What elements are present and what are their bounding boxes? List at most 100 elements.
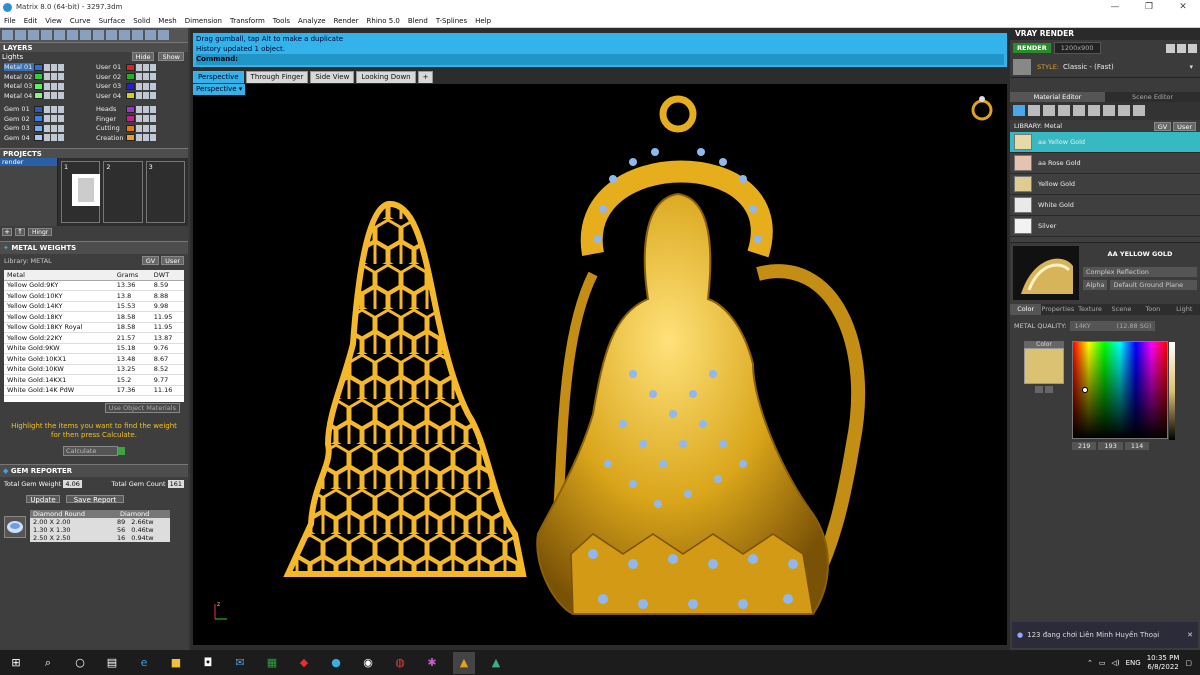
tool-icon[interactable] bbox=[54, 30, 65, 40]
layer-row[interactable]: Gem 03 bbox=[2, 124, 94, 134]
color-picker-handle[interactable] bbox=[1082, 387, 1088, 393]
menu-render[interactable]: Render bbox=[330, 17, 363, 25]
layer-row[interactable]: Gem 02 bbox=[2, 114, 94, 124]
user-button[interactable]: User bbox=[161, 256, 184, 265]
menu-blend[interactable]: Blend bbox=[404, 17, 432, 25]
lights-label[interactable]: Lights bbox=[2, 53, 23, 61]
blue-field[interactable]: 114 bbox=[1124, 442, 1150, 450]
menu-curve[interactable]: Curve bbox=[66, 17, 95, 25]
table-row[interactable]: Yellow Gold:22KY 21.57 13.87 bbox=[4, 332, 184, 344]
list-item[interactable]: aa Rose Gold bbox=[1010, 153, 1200, 174]
tool-icon[interactable] bbox=[15, 30, 26, 40]
column-header[interactable]: Grams bbox=[113, 269, 151, 281]
windows-start-icon[interactable]: ⊞ bbox=[5, 652, 27, 674]
list-item[interactable]: Silver bbox=[1010, 216, 1200, 237]
tab-perspective[interactable]: Perspective bbox=[193, 71, 244, 83]
table-row[interactable]: Yellow Gold:9KY 13.36 8.59 bbox=[4, 280, 184, 291]
layer-row[interactable]: Metal 02 bbox=[2, 72, 94, 82]
matrix-taskbar-icon[interactable]: ▲ bbox=[453, 651, 475, 674]
tab-material-editor[interactable]: Material Editor bbox=[1010, 92, 1105, 102]
tool-icon[interactable] bbox=[28, 30, 39, 40]
search-icon[interactable]: ⌕ bbox=[37, 652, 59, 674]
close-button[interactable]: ✕ bbox=[1166, 2, 1200, 12]
perspective-viewport[interactable]: z bbox=[193, 84, 1007, 645]
table-row[interactable]: White Gold:10KX1 13.48 8.67 bbox=[4, 353, 184, 365]
layer-color-swatch[interactable] bbox=[34, 105, 43, 113]
app-icon[interactable]: ✱ bbox=[421, 652, 443, 674]
menu-edit[interactable]: Edit bbox=[20, 17, 42, 25]
column-header[interactable]: Metal bbox=[4, 269, 114, 281]
color-swatch[interactable] bbox=[1024, 348, 1064, 384]
settings-icon[interactable] bbox=[1166, 43, 1175, 53]
layer-color-swatch[interactable] bbox=[126, 82, 135, 90]
up-project-button[interactable]: ↑ bbox=[15, 227, 25, 236]
project-slot-3[interactable]: 3 bbox=[145, 160, 185, 223]
edge-icon[interactable]: e bbox=[133, 652, 155, 674]
hex-pendant-model[interactable] bbox=[283, 201, 527, 577]
tool-icon[interactable] bbox=[2, 30, 13, 40]
alpha-field[interactable]: Alpha bbox=[1083, 280, 1108, 290]
volume-icon[interactable]: ◁) bbox=[1111, 659, 1119, 667]
layer-color-swatch[interactable] bbox=[126, 115, 135, 123]
layer-row[interactable]: Gem 04 bbox=[2, 133, 94, 143]
tab-through-finger[interactable]: Through Finger bbox=[245, 71, 309, 83]
eyedropper-icon[interactable] bbox=[1035, 386, 1043, 393]
tab-color[interactable]: Color bbox=[1010, 304, 1042, 315]
layer-row[interactable]: Heads bbox=[94, 105, 186, 115]
tool-icon[interactable] bbox=[41, 30, 52, 40]
table-row[interactable]: 2.50 X 2.50 16 0.94tw bbox=[30, 533, 170, 542]
app-icon[interactable]: ▲ bbox=[485, 652, 507, 674]
color-picker[interactable] bbox=[1072, 341, 1175, 440]
layer-color-swatch[interactable] bbox=[34, 82, 43, 90]
minimize-button[interactable]: — bbox=[1098, 2, 1132, 12]
table-row[interactable]: Yellow Gold:14KY 15.53 9.98 bbox=[4, 301, 184, 312]
menu-surface[interactable]: Surface bbox=[95, 17, 130, 25]
tab-light[interactable]: Light bbox=[1169, 304, 1200, 315]
menu-file[interactable]: File bbox=[0, 17, 20, 25]
menu-mesh[interactable]: Mesh bbox=[154, 17, 180, 25]
tool-icon[interactable] bbox=[158, 30, 169, 40]
user-button[interactable]: User bbox=[1173, 122, 1196, 131]
tab-properties[interactable]: Properties bbox=[1041, 304, 1074, 315]
material-tool-icon[interactable] bbox=[1058, 105, 1070, 116]
menu-tsplines[interactable]: T-Splines bbox=[432, 17, 471, 25]
table-row[interactable]: 2.00 X 2.00 89 2.66tw bbox=[30, 517, 170, 526]
store-icon[interactable]: ◘ bbox=[197, 652, 219, 674]
tool-icon[interactable] bbox=[93, 30, 104, 40]
layer-row[interactable]: Cutting bbox=[94, 124, 186, 134]
game-notification[interactable]: ● 123 đang chơi Liên Minh Huyền Thoại ✕ bbox=[1012, 622, 1198, 648]
app-icon[interactable]: ● bbox=[325, 652, 347, 674]
brightness-slider[interactable] bbox=[1169, 342, 1175, 440]
menu-help[interactable]: Help bbox=[471, 17, 495, 25]
tool-icon[interactable] bbox=[106, 30, 117, 40]
project-item[interactable]: render bbox=[0, 157, 57, 166]
menu-solid[interactable]: Solid bbox=[129, 17, 154, 25]
excel-icon[interactable]: ▦ bbox=[261, 652, 283, 674]
green-field[interactable]: 193 bbox=[1098, 442, 1123, 450]
use-object-materials-checkbox[interactable]: Use Object Materials bbox=[104, 402, 180, 413]
material-tool-icon[interactable] bbox=[1073, 105, 1085, 116]
layer-row[interactable]: Finger bbox=[94, 114, 186, 124]
clear-color-icon[interactable] bbox=[1045, 386, 1053, 393]
table-row[interactable]: 1.30 X 1.30 56 0.46tw bbox=[30, 525, 170, 534]
layer-color-swatch[interactable] bbox=[34, 124, 43, 132]
layer-color-swatch[interactable] bbox=[126, 63, 135, 71]
table-row[interactable]: White Gold:14K PdW 17.36 11.16 bbox=[4, 385, 184, 396]
clock[interactable]: 10:35 PM 6/8/2022 bbox=[1147, 654, 1180, 672]
tool-icon[interactable] bbox=[119, 30, 130, 40]
app-icon[interactable]: ◉ bbox=[357, 652, 379, 674]
chrome-icon[interactable]: ◍ bbox=[389, 652, 411, 674]
metal-quality-select[interactable]: 14KY (12.88 SG) bbox=[1070, 321, 1156, 331]
layer-color-swatch[interactable] bbox=[34, 73, 43, 81]
list-item[interactable]: White Gold bbox=[1010, 195, 1200, 216]
app-icon[interactable]: ◆ bbox=[293, 652, 315, 674]
tab-toon[interactable]: Toon bbox=[1137, 304, 1168, 315]
gv-button[interactable]: GV bbox=[141, 256, 160, 265]
list-item[interactable]: aa Yellow Gold bbox=[1010, 132, 1200, 153]
material-tool-icon[interactable] bbox=[1088, 105, 1100, 116]
layer-color-swatch[interactable] bbox=[126, 73, 135, 81]
layer-row[interactable]: Metal 03 bbox=[2, 82, 94, 92]
menu-rhino[interactable]: Rhino 5.0 bbox=[363, 17, 404, 25]
tab-texture[interactable]: Texture bbox=[1074, 304, 1105, 315]
table-row[interactable]: Yellow Gold:10KY 13.8 8.88 bbox=[4, 290, 184, 302]
